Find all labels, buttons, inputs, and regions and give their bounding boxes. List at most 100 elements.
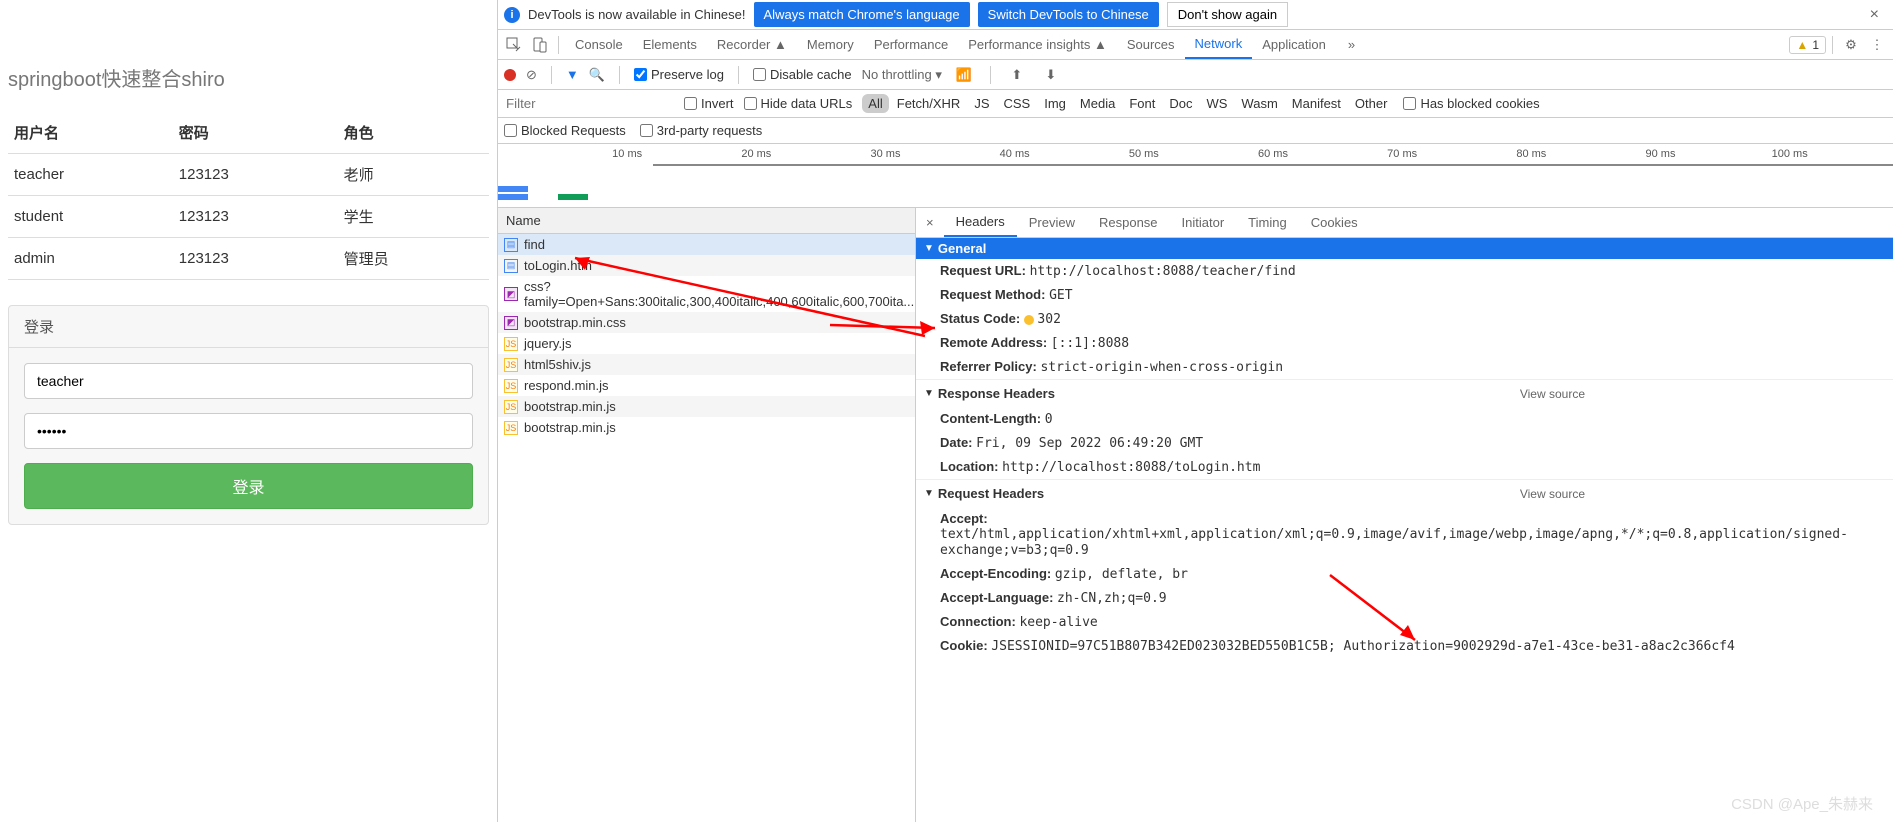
js-icon: JS: [504, 421, 518, 435]
type-filter-font[interactable]: Font: [1123, 94, 1161, 113]
detail-tab-preview[interactable]: Preview: [1017, 208, 1087, 237]
type-filter-img[interactable]: Img: [1038, 94, 1072, 113]
detail-tab-headers[interactable]: Headers: [944, 208, 1017, 237]
type-filter-ws[interactable]: WS: [1200, 94, 1233, 113]
header-row: Location: http://localhost:8088/toLogin.…: [916, 455, 1893, 479]
general-section-header[interactable]: General: [916, 238, 1893, 259]
request-row[interactable]: JShtml5shiv.js: [498, 354, 915, 375]
tab-sources[interactable]: Sources: [1117, 30, 1185, 59]
preserve-log-checkbox[interactable]: Preserve log: [634, 67, 724, 82]
tab-performance-insights-[interactable]: Performance insights ▲: [958, 30, 1117, 59]
detail-tabs: × HeadersPreviewResponseInitiatorTimingC…: [916, 208, 1893, 238]
upload-icon[interactable]: ⬆: [1005, 67, 1029, 83]
warning-icon: ▲: [1796, 38, 1808, 52]
infobar-msg: DevTools is now available in Chinese!: [528, 7, 746, 22]
request-row[interactable]: ▤find: [498, 234, 915, 255]
header-row: Accept: text/html,application/xhtml+xml,…: [916, 507, 1893, 562]
type-filter-js[interactable]: JS: [968, 94, 995, 113]
request-row[interactable]: ◩css?family=Open+Sans:300italic,300,400i…: [498, 276, 915, 312]
filter-icon[interactable]: ▼: [566, 67, 579, 82]
switch-chinese-button[interactable]: Switch DevTools to Chinese: [978, 2, 1159, 27]
throttling-select[interactable]: No throttling: [862, 67, 942, 83]
type-filter-media[interactable]: Media: [1074, 94, 1121, 113]
blocked-requests-checkbox[interactable]: Blocked Requests: [504, 123, 626, 138]
css-icon: ◩: [504, 316, 518, 330]
request-row[interactable]: JSbootstrap.min.js: [498, 396, 915, 417]
request-row[interactable]: JSrespond.min.js: [498, 375, 915, 396]
name-column-header[interactable]: Name: [498, 208, 915, 234]
timeline-tick: 50 ms: [1129, 148, 1159, 160]
hide-data-urls-checkbox[interactable]: Hide data URLs: [744, 96, 853, 111]
more-tabs-icon[interactable]: »: [1338, 30, 1365, 59]
type-filter-manifest[interactable]: Manifest: [1286, 94, 1347, 113]
search-icon[interactable]: 🔍: [589, 67, 605, 83]
password-input[interactable]: [24, 413, 473, 449]
login-panel: 登录 登录: [8, 305, 489, 525]
timeline-tick: 70 ms: [1387, 148, 1417, 160]
request-headers-section[interactable]: Request HeadersView source: [916, 479, 1893, 507]
dont-show-button[interactable]: Don't show again: [1167, 2, 1288, 27]
login-button[interactable]: 登录: [24, 463, 473, 509]
login-panel-title: 登录: [9, 306, 488, 348]
request-row[interactable]: JSbootstrap.min.js: [498, 417, 915, 438]
view-source-link[interactable]: View source: [1520, 487, 1585, 501]
type-filter-doc[interactable]: Doc: [1163, 94, 1198, 113]
request-url: http://localhost:8088/teacher/find: [1030, 264, 1296, 279]
timeline[interactable]: 10 ms20 ms30 ms40 ms50 ms60 ms70 ms80 ms…: [498, 144, 1893, 208]
request-row[interactable]: ◩bootstrap.min.css: [498, 312, 915, 333]
detail-tab-cookies[interactable]: Cookies: [1299, 208, 1370, 237]
timeline-tick: 10 ms: [612, 148, 642, 160]
tab-application[interactable]: Application: [1252, 30, 1336, 59]
wifi-icon[interactable]: 📶: [952, 67, 976, 83]
close-icon[interactable]: ×: [1862, 6, 1887, 24]
filter-input[interactable]: [504, 94, 674, 113]
kebab-icon[interactable]: ⋮: [1865, 37, 1889, 53]
invert-checkbox[interactable]: Invert: [684, 96, 734, 111]
doc-icon: ▤: [504, 259, 518, 273]
detail-tab-timing[interactable]: Timing: [1236, 208, 1299, 237]
tab-performance[interactable]: Performance: [864, 30, 958, 59]
status-dot-icon: [1024, 315, 1034, 325]
js-icon: JS: [504, 358, 518, 372]
view-source-link[interactable]: View source: [1520, 387, 1585, 401]
close-detail-icon[interactable]: ×: [916, 215, 944, 230]
type-filter-css[interactable]: CSS: [998, 94, 1037, 113]
header-row: Accept-Language: zh-CN,zh;q=0.9: [916, 586, 1893, 610]
tab-network[interactable]: Network: [1185, 30, 1253, 59]
header-row: Accept-Encoding: gzip, deflate, br: [916, 562, 1893, 586]
detail-tab-initiator[interactable]: Initiator: [1170, 208, 1237, 237]
username-input[interactable]: [24, 363, 473, 399]
tab-elements[interactable]: Elements: [633, 30, 707, 59]
clear-icon[interactable]: ⊘: [526, 67, 537, 83]
users-table: 用户名 密码 角色 teacher123123老师student123123学生…: [8, 112, 489, 280]
issues-badge[interactable]: ▲1: [1789, 36, 1826, 54]
type-filter-wasm[interactable]: Wasm: [1235, 94, 1283, 113]
js-icon: JS: [504, 400, 518, 414]
remote-address: [::1]:8088: [1051, 336, 1129, 351]
match-language-button[interactable]: Always match Chrome's language: [754, 2, 970, 27]
tab-recorder-[interactable]: Recorder ▲: [707, 30, 797, 59]
settings-icon[interactable]: ⚙: [1839, 37, 1863, 53]
type-filter-all[interactable]: All: [862, 94, 888, 113]
tab-console[interactable]: Console: [565, 30, 633, 59]
request-row[interactable]: JSjquery.js: [498, 333, 915, 354]
type-filter-fetch-xhr[interactable]: Fetch/XHR: [891, 94, 967, 113]
header-row: Content-Length: 0: [916, 407, 1893, 431]
blocked-cookies-checkbox[interactable]: Has blocked cookies: [1403, 96, 1539, 111]
detail-tab-response[interactable]: Response: [1087, 208, 1170, 237]
device-icon[interactable]: [528, 37, 552, 53]
third-party-checkbox[interactable]: 3rd-party requests: [640, 123, 763, 138]
request-row[interactable]: ▤toLogin.htm: [498, 255, 915, 276]
timeline-tick: 60 ms: [1258, 148, 1288, 160]
disable-cache-checkbox[interactable]: Disable cache: [753, 67, 852, 82]
response-headers-section[interactable]: Response HeadersView source: [916, 379, 1893, 407]
table-row: teacher123123老师: [8, 154, 489, 196]
referrer-policy: strict-origin-when-cross-origin: [1040, 360, 1283, 375]
download-icon[interactable]: ⬇: [1039, 67, 1063, 83]
tab-memory[interactable]: Memory: [797, 30, 864, 59]
header-row: Date: Fri, 09 Sep 2022 06:49:20 GMT: [916, 431, 1893, 455]
request-list-column: Name ▤find▤toLogin.htm◩css?family=Open+S…: [498, 208, 916, 822]
type-filter-other[interactable]: Other: [1349, 94, 1394, 113]
record-icon[interactable]: [504, 69, 516, 81]
inspect-icon[interactable]: [502, 37, 526, 53]
